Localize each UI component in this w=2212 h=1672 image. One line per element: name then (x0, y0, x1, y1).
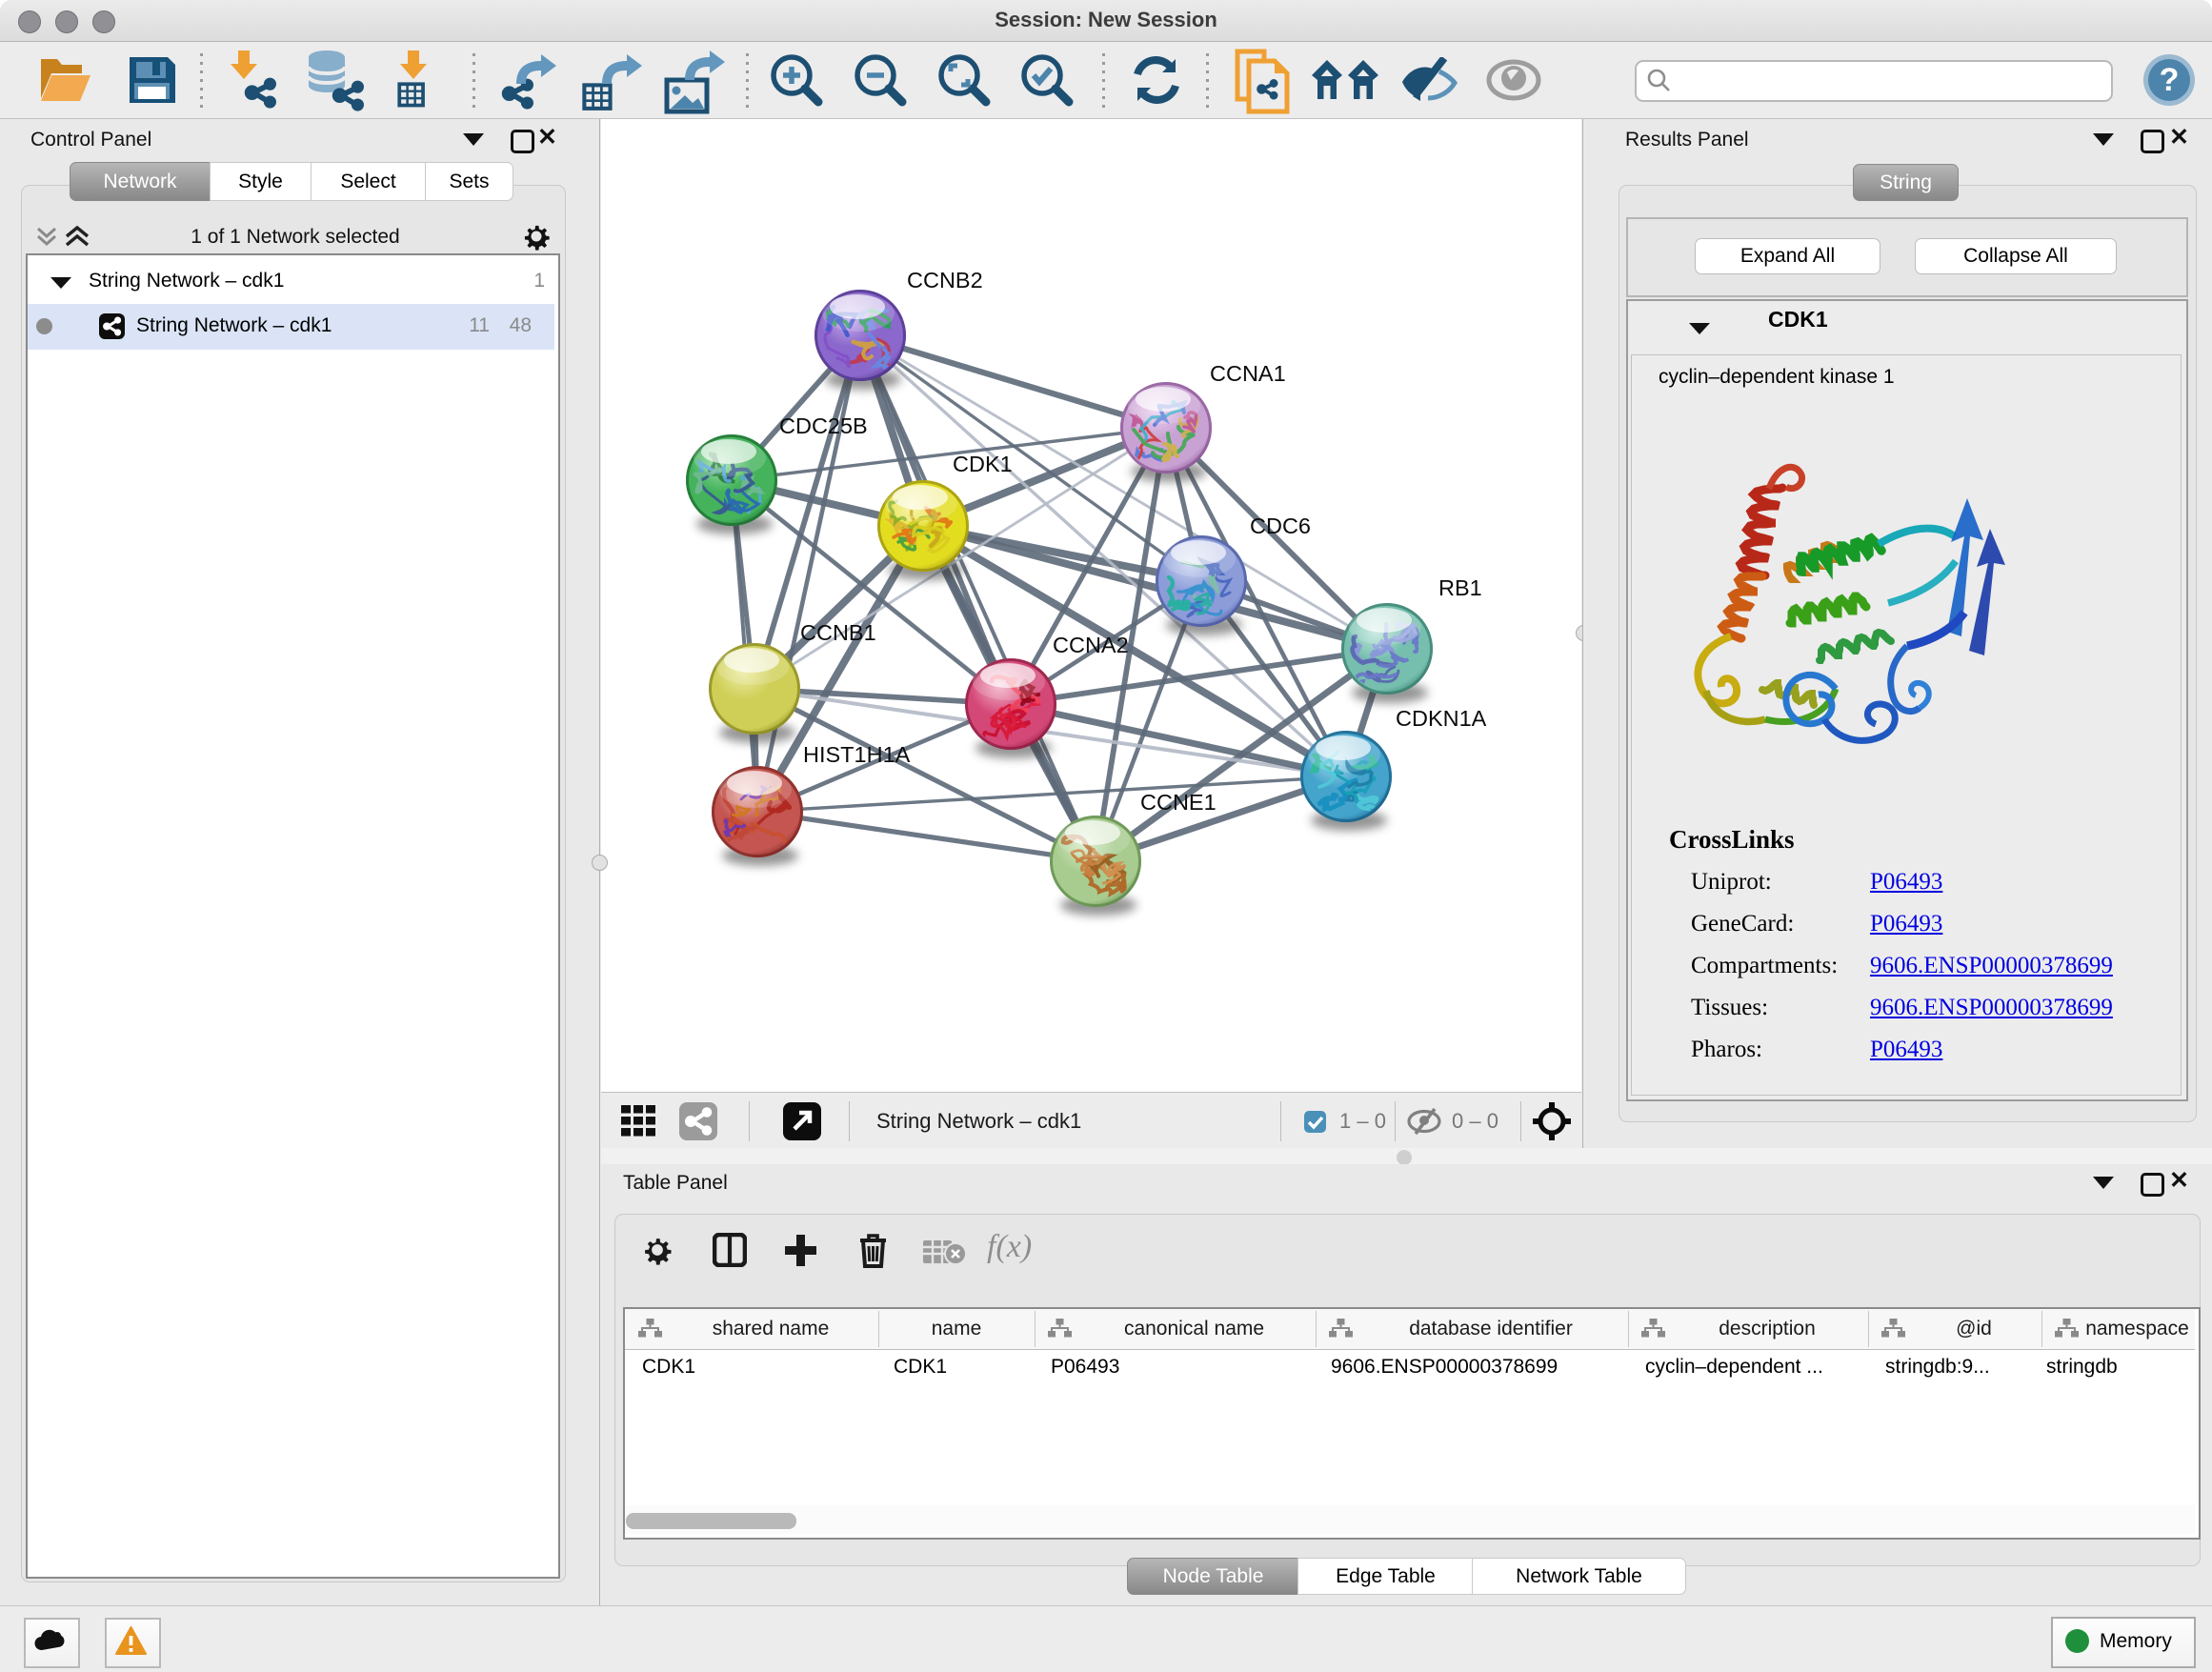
svg-text:CCNB1: CCNB1 (800, 620, 876, 645)
svg-text:CCNB2: CCNB2 (907, 268, 983, 292)
svg-text:CDK1: CDK1 (953, 452, 1013, 476)
svg-text:?: ? (2160, 62, 2180, 98)
svg-text:CCNA1: CCNA1 (1210, 361, 1286, 386)
svg-text:CCNA2: CCNA2 (1053, 633, 1129, 657)
svg-text:CDKN1A: CDKN1A (1396, 706, 1487, 731)
svg-text:CCNE1: CCNE1 (1140, 790, 1217, 815)
svg-text:CDC6: CDC6 (1250, 514, 1311, 538)
svg-text:CDC25B: CDC25B (779, 413, 868, 438)
svg-text:RB1: RB1 (1438, 575, 1482, 600)
svg-text:HIST1H1A: HIST1H1A (803, 742, 911, 767)
